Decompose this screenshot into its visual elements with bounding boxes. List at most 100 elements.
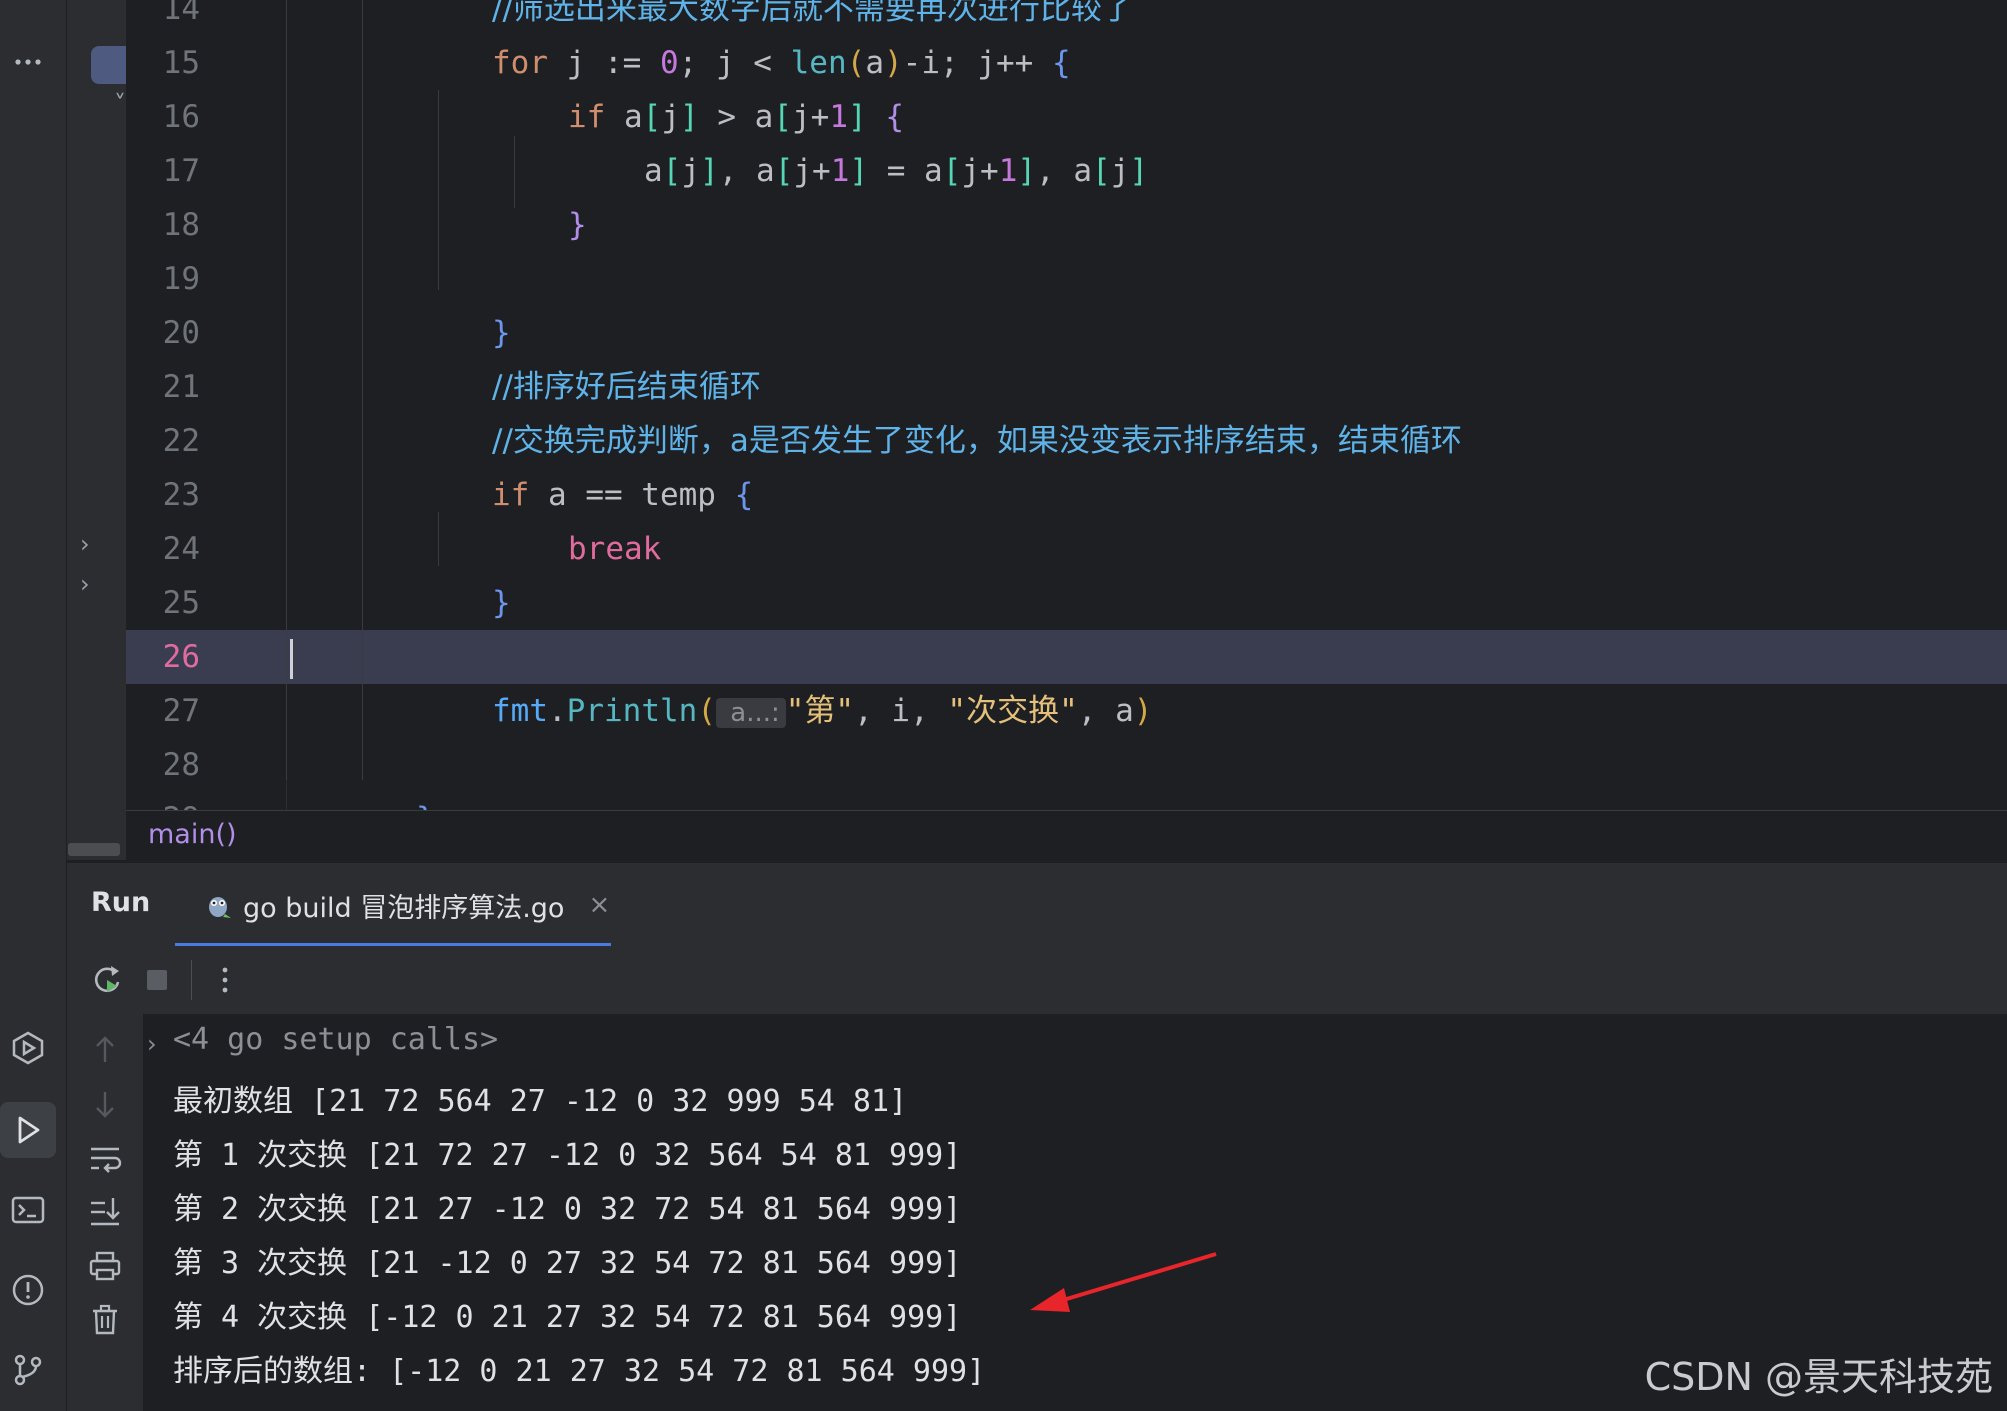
breadcrumb[interactable]: main() xyxy=(126,810,2007,863)
code-token: } xyxy=(416,801,435,810)
code-line[interactable]: 22 //交换完成判断，a是否发生了变化，如果没变表示排序结束，结束循环 xyxy=(126,414,2007,468)
line-number: 19 xyxy=(162,261,200,297)
close-icon[interactable]: × xyxy=(588,890,610,920)
project-selected-item[interactable] xyxy=(91,46,126,84)
code-token: j xyxy=(1110,153,1130,189)
run-icon[interactable] xyxy=(0,1102,56,1158)
line-number: 24 xyxy=(162,531,200,567)
code-token: ) xyxy=(883,45,903,81)
code-token: ; j < xyxy=(678,45,791,81)
code-token: 1 xyxy=(998,153,1018,189)
stop-icon[interactable] xyxy=(137,960,177,1000)
horizontal-scrollbar[interactable] xyxy=(68,843,120,856)
code-text: a[j], a[j+1] = a[j+1], a[j] xyxy=(644,144,1148,198)
code-token: a == temp xyxy=(529,477,735,513)
breadcrumb-function[interactable]: main() xyxy=(148,819,237,850)
scroll-to-end-icon[interactable] xyxy=(85,1192,125,1232)
code-token: . xyxy=(548,693,567,729)
code-token: ] xyxy=(700,153,719,189)
indent-guide xyxy=(286,0,287,780)
code-line[interactable]: 29} xyxy=(126,792,2007,810)
line-number: 15 xyxy=(162,45,200,81)
terminal-icon[interactable] xyxy=(0,1182,56,1238)
arrow-down-icon[interactable] xyxy=(85,1084,125,1124)
code-line[interactable]: 18} xyxy=(126,198,2007,252)
rerun-icon[interactable] xyxy=(87,960,127,1000)
code-line[interactable]: 19 xyxy=(126,252,2007,306)
console-fold-line[interactable]: <4 go setup calls> xyxy=(173,1022,498,1057)
code-token: j xyxy=(661,99,680,135)
more-icon[interactable] xyxy=(0,34,56,90)
code-token: j+ xyxy=(793,153,831,189)
code-token: , a xyxy=(1077,693,1134,729)
indent-guide xyxy=(438,90,439,290)
project-panel-edge xyxy=(67,0,126,860)
code-token: "次交换" xyxy=(947,693,1078,729)
code-token: len xyxy=(790,45,847,81)
problems-icon[interactable] xyxy=(0,1262,56,1318)
code-text: if a == temp { xyxy=(492,468,753,522)
console-line: 第 2 次交换 [21 27 -12 0 32 72 54 81 564 999… xyxy=(173,1192,962,1227)
code-line[interactable]: 26 xyxy=(126,630,2007,684)
chevron-down-icon[interactable]: ˅ xyxy=(114,90,126,118)
code-line[interactable]: 25} xyxy=(126,576,2007,630)
code-token: a xyxy=(644,153,663,189)
services-icon[interactable] xyxy=(0,1020,56,1076)
line-number: 17 xyxy=(162,153,200,189)
toolbar-divider xyxy=(191,960,192,1000)
code-line[interactable]: 20} xyxy=(126,306,2007,360)
code-token: { xyxy=(1051,45,1071,81)
red-annotation-arrow xyxy=(1030,1252,1217,1312)
code-token: for xyxy=(492,45,548,81)
console-line: 第 4 次交换 [-12 0 21 27 32 54 72 81 564 999… xyxy=(173,1300,962,1335)
code-token: a xyxy=(865,45,884,81)
code-token: j := xyxy=(548,45,660,81)
code-line[interactable]: 15 for j := 0; j < len(a)-i; j++ { xyxy=(126,36,2007,90)
code-text: if a[j] > a[j+1] { xyxy=(568,90,904,144)
console-line: 第 3 次交换 [21 -12 0 27 32 54 72 81 564 999… xyxy=(173,1246,962,1281)
gopher-icon xyxy=(209,897,231,918)
code-line[interactable]: 17 a[j], a[j+1] = a[j+1], a[j] xyxy=(126,144,2007,198)
code-token: { xyxy=(734,477,754,513)
code-line[interactable]: 23 if a == temp { xyxy=(126,468,2007,522)
code-line[interactable]: 14 //筛选出来最大数字后就不需要再次进行比较了 xyxy=(126,0,2007,36)
code-token: , a xyxy=(1036,153,1093,189)
code-token: { xyxy=(885,99,905,135)
run-toolbar xyxy=(67,946,2007,1015)
print-icon[interactable] xyxy=(85,1246,125,1286)
console-side-toolbar xyxy=(67,1014,144,1411)
trash-icon[interactable] xyxy=(85,1300,125,1340)
run-panel-header: Run go build 冒泡排序算法.go × xyxy=(67,862,2007,948)
code-editor[interactable]: 14 //筛选出来最大数字后就不需要再次进行比较了 15 for j := 0; j … xyxy=(126,0,2007,810)
code-line[interactable]: 27 fmt.Println( a...: "第", i, "次交换", a) xyxy=(126,684,2007,738)
line-number: 23 xyxy=(162,477,200,513)
code-token: , a xyxy=(718,153,775,189)
code-token: j xyxy=(681,153,701,189)
run-tab-go-build[interactable]: go build 冒泡排序算法.go × xyxy=(175,863,611,947)
code-line[interactable]: 16 if a[j] > a[j+1] { xyxy=(126,90,2007,144)
chevron-right-icon[interactable]: › xyxy=(147,1030,157,1058)
line-number: 27 xyxy=(162,693,200,729)
code-token: //筛选出来最大数字后就不需要再次进行比较了 xyxy=(492,0,1133,27)
code-token: ] xyxy=(849,153,869,189)
arrow-up-icon[interactable] xyxy=(85,1030,125,1070)
line-number: 18 xyxy=(162,207,200,243)
console-line: 第 1 次交换 [21 72 27 -12 0 32 564 54 81 999… xyxy=(173,1138,962,1173)
code-token: 1 xyxy=(829,99,848,135)
code-token: fmt xyxy=(492,693,548,729)
more-vertical-icon[interactable] xyxy=(205,960,245,1000)
code-token: } xyxy=(492,585,511,621)
code-token: Println xyxy=(566,693,698,729)
chevron-right-icon[interactable]: › xyxy=(80,570,90,598)
code-token: ] xyxy=(680,99,699,135)
code-line[interactable]: 21 //排序好后结束循环 xyxy=(126,360,2007,414)
console-line: 排序后的数组: [-12 0 21 27 32 54 72 81 564 999… xyxy=(173,1354,986,1389)
git-icon[interactable] xyxy=(0,1342,56,1398)
line-number: 26 xyxy=(162,639,200,675)
code-token: [ xyxy=(942,153,962,189)
code-line[interactable]: 24 break xyxy=(126,522,2007,576)
chevron-right-icon[interactable]: › xyxy=(80,530,90,558)
soft-wrap-icon[interactable] xyxy=(85,1138,125,1178)
code-line[interactable]: 28 xyxy=(126,738,2007,792)
